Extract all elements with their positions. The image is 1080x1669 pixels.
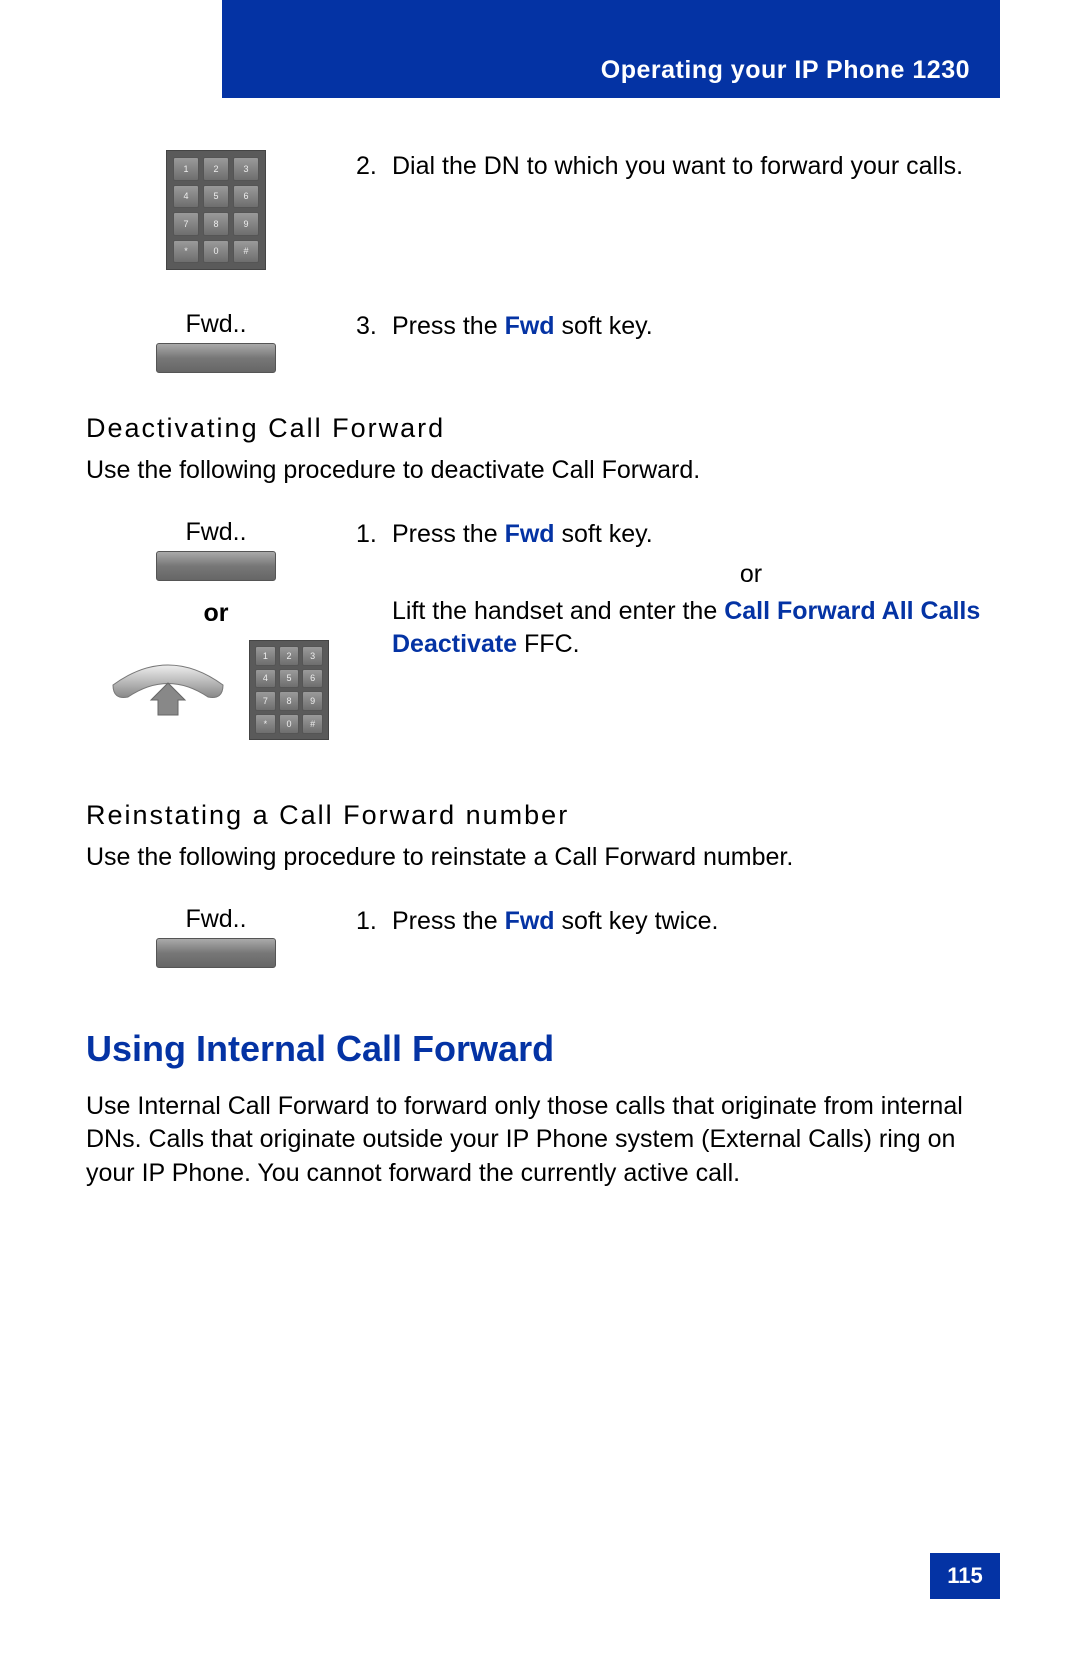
content-area: 1 2 3 4 5 6 7 8 9 * 0 # 2. Dial the DN: [86, 130, 996, 1221]
reinstate-left-column: Fwd..: [86, 905, 346, 968]
key2-4: 4: [255, 669, 276, 689]
key-8: 8: [203, 212, 229, 236]
deactivate-step-1-text: Press the Fwd soft key.: [392, 518, 996, 552]
deactivate-step-1-number: 1.: [356, 518, 392, 552]
key2-1: 1: [255, 646, 276, 666]
softkey-button-icon-2: [156, 551, 276, 581]
softkey-button-icon-3: [156, 938, 276, 968]
keypad-icon-2: 1 2 3 4 5 6 7 8 9 * 0 #: [249, 640, 329, 740]
key2-hash: #: [302, 714, 323, 734]
page: Operating your IP Phone 1230 1 2 3 4 5 6…: [0, 0, 1080, 1669]
deactivate-alt-post: FFC.: [517, 630, 580, 658]
step-3-pre: Press the: [392, 312, 505, 340]
fwd-softkey-column: Fwd..: [86, 310, 346, 373]
key2-6: 6: [302, 669, 323, 689]
softkey-button-icon: [156, 343, 276, 373]
reinstate-step-row: Fwd.. 1. Press the Fwd soft key twice.: [86, 905, 996, 968]
key-5: 5: [203, 185, 229, 209]
key2-3: 3: [302, 646, 323, 666]
reinstate-intro: Use the following procedure to reinstate…: [86, 841, 996, 875]
keypad-graphic-column: 1 2 3 4 5 6 7 8 9 * 0 #: [86, 150, 346, 270]
fwd-label: Fwd..: [185, 310, 246, 339]
step-3: 3. Press the Fwd soft key.: [356, 310, 996, 344]
reinstate-step-1-number: 1.: [356, 905, 392, 939]
step-2-text: Dial the DN to which you want to forward…: [392, 150, 996, 184]
key-9: 9: [233, 212, 259, 236]
step-3-key: Fwd: [505, 312, 555, 340]
reinstate-step-1-key: Fwd: [505, 907, 555, 935]
key-hash: #: [233, 240, 259, 264]
deactivate-step-1: 1. Press the Fwd soft key.: [356, 518, 996, 552]
reinstate-right-column: 1. Press the Fwd soft key twice.: [346, 905, 996, 947]
or-label-right: or: [506, 560, 996, 589]
page-number-box: 115: [930, 1553, 1000, 1599]
keypad-icon: 1 2 3 4 5 6 7 8 9 * 0 #: [166, 150, 266, 270]
reinstate-step-1-post: soft key twice.: [555, 907, 719, 935]
deactivate-step-row: Fwd.. or: [86, 518, 996, 740]
fwd-label-3: Fwd..: [185, 905, 246, 934]
reinstate-step-1-text: Press the Fwd soft key twice.: [392, 905, 996, 939]
handset-lift-icon: [103, 655, 233, 725]
key-3: 3: [233, 157, 259, 181]
step-3-post: soft key.: [555, 312, 653, 340]
key-4: 4: [173, 185, 199, 209]
key2-8: 8: [279, 691, 300, 711]
handset-keypad-row: 1 2 3 4 5 6 7 8 9 * 0 #: [103, 640, 329, 740]
key-0: 0: [203, 240, 229, 264]
header-bar: Operating your IP Phone 1230: [222, 0, 1000, 98]
key-star: *: [173, 240, 199, 264]
deactivate-heading: Deactivating Call Forward: [86, 413, 996, 444]
step-2-row: 1 2 3 4 5 6 7 8 9 * 0 # 2. Dial the DN: [86, 150, 996, 270]
deactivate-right-column: 1. Press the Fwd soft key. or Lift the h…: [346, 518, 996, 670]
key2-2: 2: [279, 646, 300, 666]
deactivate-intro: Use the following procedure to deactivat…: [86, 454, 996, 488]
step-3-row: Fwd.. 3. Press the Fwd soft key.: [86, 310, 996, 373]
key-6: 6: [233, 185, 259, 209]
step-2-number: 2.: [356, 150, 392, 184]
or-label-left: or: [204, 599, 229, 628]
key2-9: 9: [302, 691, 323, 711]
key2-star: *: [255, 714, 276, 734]
fwd-label-2: Fwd..: [185, 518, 246, 547]
deactivate-step-1-post: soft key.: [555, 520, 653, 548]
key2-5: 5: [279, 669, 300, 689]
deactivate-alt-pre: Lift the handset and enter the: [392, 597, 724, 625]
step-3-text: Press the Fwd soft key.: [392, 310, 996, 344]
step-3-number: 3.: [356, 310, 392, 344]
deactivate-step-1-pre: Press the: [392, 520, 505, 548]
header-title: Operating your IP Phone 1230: [601, 56, 970, 85]
key-2: 2: [203, 157, 229, 181]
internal-heading: Using Internal Call Forward: [86, 1028, 996, 1070]
reinstate-step-1: 1. Press the Fwd soft key twice.: [356, 905, 996, 939]
reinstate-heading: Reinstating a Call Forward number: [86, 800, 996, 831]
step-2-text-column: 2. Dial the DN to which you want to forw…: [346, 150, 996, 192]
deactivate-left-column: Fwd.. or: [86, 518, 346, 740]
deactivate-alt-text: Lift the handset and enter the Call Forw…: [392, 595, 996, 663]
deactivate-step-1-key: Fwd: [505, 520, 555, 548]
internal-body: Use Internal Call Forward to forward onl…: [86, 1090, 996, 1191]
key2-0: 0: [279, 714, 300, 734]
deactivate-alt: Lift the handset and enter the Call Forw…: [356, 595, 996, 663]
reinstate-step-1-pre: Press the: [392, 907, 505, 935]
key2-7: 7: [255, 691, 276, 711]
key-7: 7: [173, 212, 199, 236]
page-number: 115: [947, 1563, 983, 1589]
step-3-text-column: 3. Press the Fwd soft key.: [346, 310, 996, 352]
step-2: 2. Dial the DN to which you want to forw…: [356, 150, 996, 184]
key-1: 1: [173, 157, 199, 181]
